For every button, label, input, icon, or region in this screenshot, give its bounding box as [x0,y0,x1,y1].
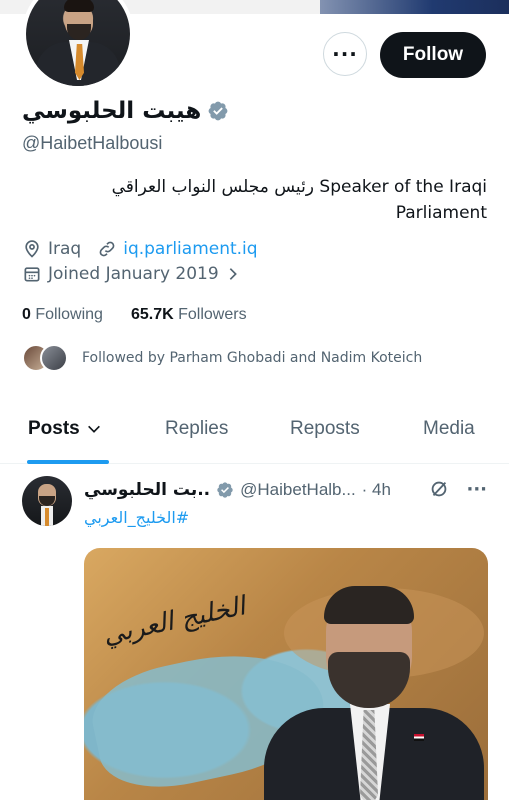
tab-media[interactable]: Media [423,418,475,440]
chevron-down-icon [87,425,100,433]
chevron-right-icon [229,268,237,280]
followers-label: Followers [178,306,247,323]
link-icon [99,241,115,257]
verified-badge-icon [217,482,233,498]
follow-counts: 0 Following 65.7K Followers [22,306,247,324]
display-name: هيبت الحلبوسي [22,98,202,124]
website-link[interactable]: iq.parliament.iq [123,239,257,259]
profile-tabs: Posts Replies Reposts Media [0,408,509,464]
profile-bio: رئيس مجلس النواب العراقي Speaker of the … [77,174,487,226]
active-tab-indicator [27,460,109,464]
post-author-handle[interactable]: @HaibetHalb... [240,480,356,500]
follow-button[interactable]: Follow [380,32,486,78]
name-row: هيبت الحلبوسي [22,98,229,124]
post-timestamp[interactable]: · 4h [362,480,391,500]
followers-count: 65.7K [130,306,174,323]
tab-reposts[interactable]: Reposts [290,418,360,440]
more-options-button[interactable]: ··· [323,32,367,76]
image-caption: الخليج العربي [100,591,248,651]
followers-count-link[interactable]: 65.7K Followers [131,306,247,324]
tab-posts-label: Posts [28,418,80,439]
more-icon: ··· [332,42,358,66]
post-author-name[interactable]: ..بت الحلبوسي [84,480,210,500]
joined-text: Joined January 2019 [48,264,219,284]
post-actions: ··· [428,478,487,500]
post-hashtag[interactable]: #الخليج_العربي [84,508,189,527]
following-count-link[interactable]: 0 Following [22,306,103,324]
following-count: 0 [22,306,31,323]
profile-avatar[interactable] [22,0,134,90]
mutual-avatars [22,344,68,372]
post-header: ..بت الحلبوسي @HaibetHalb... · 4h [84,480,391,500]
following-label: Following [35,306,103,323]
avatar [40,344,68,372]
avatar[interactable] [22,476,72,526]
followed-by[interactable]: Followed by Parham Ghobadi and Nadim Kot… [22,344,422,372]
post-media-image[interactable]: الخليج العربي [84,548,488,800]
post-more-icon[interactable]: ··· [466,479,487,500]
verified-badge-icon[interactable] [207,100,229,122]
bio-line: رئيس مجلس النواب العراقي Speaker of the … [111,177,487,197]
profile-meta-joined[interactable]: Joined January 2019 [22,264,241,284]
location-pin-icon [25,240,39,258]
followed-by-text: Followed by Parham Ghobadi and Nadim Kot… [82,350,423,366]
calendar-icon [24,267,40,282]
tab-replies[interactable]: Replies [165,418,228,440]
profile-meta-location: Iraq iq.parliament.iq [22,239,258,259]
tab-posts[interactable]: Posts [28,418,102,440]
profile-handle: @HaibetHalbousi [22,133,163,153]
grok-icon[interactable] [428,478,450,500]
bio-line: Parliament [395,203,487,223]
location-text: Iraq [48,239,82,259]
